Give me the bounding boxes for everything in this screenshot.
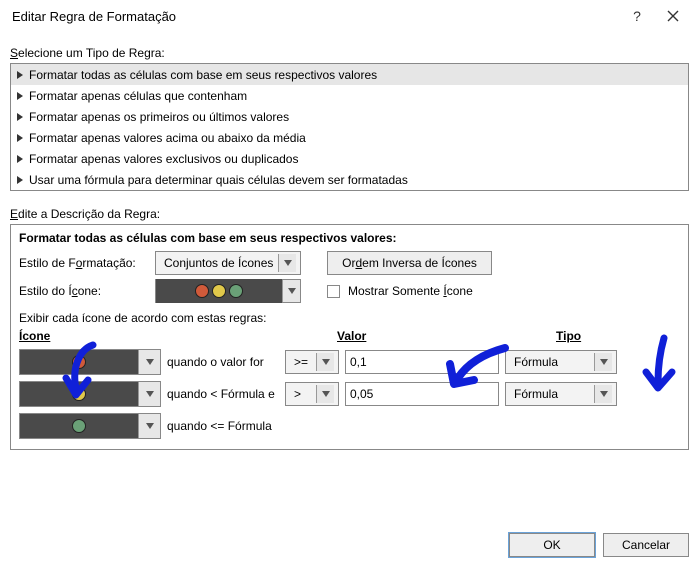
icon-style-combo[interactable] — [155, 279, 301, 303]
rule-type-label: Selecione um Tipo de Regra: — [0, 32, 699, 63]
ok-button[interactable]: OK — [509, 533, 595, 557]
icon-style-label: Estilo do Ícone: — [19, 284, 147, 298]
rule-type-item[interactable]: Usar uma fórmula para determinar quais c… — [11, 169, 688, 190]
format-style-value: Conjuntos de Ícones — [160, 256, 278, 270]
red-light-icon — [195, 284, 209, 298]
format-style-combo[interactable]: Conjuntos de Ícones — [155, 251, 301, 275]
chevron-down-icon — [138, 350, 160, 374]
triangle-icon — [17, 155, 23, 163]
valor-column-header: Valor — [337, 329, 366, 343]
rule-condition-text: quando < Fórmula e — [167, 387, 279, 401]
yellow-light-icon — [72, 387, 86, 401]
icon-selector[interactable] — [19, 381, 161, 407]
close-button[interactable] — [655, 2, 691, 30]
window-title: Editar Regra de Formatação — [12, 9, 176, 24]
value-field[interactable] — [345, 350, 499, 374]
chevron-down-icon — [594, 353, 612, 371]
rule-condition-text: quando <= Fórmula — [167, 419, 279, 433]
chevron-down-icon — [594, 385, 612, 403]
rule-type-item[interactable]: Formatar apenas valores acima ou abaixo … — [11, 127, 688, 148]
reverse-order-button[interactable]: Ordem Inversa de Ícones — [327, 251, 492, 275]
icon-set-preview — [156, 279, 282, 303]
tipo-column-header: Tipo — [556, 329, 581, 343]
help-button[interactable]: ? — [619, 2, 655, 30]
triangle-icon — [17, 134, 23, 142]
chevron-down-icon — [316, 385, 334, 403]
icon-selector[interactable] — [19, 349, 161, 375]
rule-row: quando o valor for >= Fórmula — [19, 349, 680, 375]
triangle-icon — [17, 71, 23, 79]
rule-type-list[interactable]: Formatar todas as células com base em se… — [10, 63, 689, 191]
cancel-button[interactable]: Cancelar — [603, 533, 689, 557]
rule-row: quando < Fórmula e > Fórmula — [19, 381, 680, 407]
chevron-down-icon — [138, 414, 160, 438]
rule-condition-text: quando o valor for — [167, 355, 279, 369]
operator-combo[interactable]: > — [285, 382, 339, 406]
description-title: Formatar todas as células com base em se… — [19, 231, 680, 245]
dialog-footer: OK Cancelar — [509, 533, 689, 557]
chevron-down-icon — [138, 382, 160, 406]
rule-type-item[interactable]: Formatar apenas os primeiros ou últimos … — [11, 106, 688, 127]
rule-row: quando <= Fórmula — [19, 413, 680, 439]
triangle-icon — [17, 92, 23, 100]
rules-title: Exibir cada ícone de acordo com estas re… — [19, 311, 680, 325]
edit-description-label: Edite a Descrição da Regra: — [0, 191, 699, 224]
icon-column-header: Ícone — [19, 329, 50, 343]
type-combo[interactable]: Fórmula — [505, 350, 617, 374]
rule-type-item[interactable]: Formatar apenas valores exclusivos ou du… — [11, 148, 688, 169]
chevron-down-icon — [316, 353, 334, 371]
show-icon-only-label: Mostrar Somente Ícone — [348, 284, 473, 298]
chevron-down-icon — [282, 280, 300, 302]
chevron-down-icon — [278, 254, 296, 272]
value-input[interactable] — [346, 355, 509, 369]
green-light-icon — [72, 419, 86, 433]
title-bar: Editar Regra de Formatação ? — [0, 0, 699, 32]
value-input[interactable] — [346, 387, 509, 401]
show-icon-only-checkbox[interactable] — [327, 285, 340, 298]
value-field[interactable] — [345, 382, 499, 406]
operator-combo[interactable]: >= — [285, 350, 339, 374]
green-light-icon — [229, 284, 243, 298]
red-light-icon — [72, 355, 86, 369]
triangle-icon — [17, 113, 23, 121]
icon-selector[interactable] — [19, 413, 161, 439]
rules-header: Ícone Valor Tipo — [19, 329, 680, 343]
rule-type-item[interactable]: Formatar todas as células com base em se… — [11, 64, 688, 85]
triangle-icon — [17, 176, 23, 184]
yellow-light-icon — [212, 284, 226, 298]
rule-type-item[interactable]: Formatar apenas células que contenham — [11, 85, 688, 106]
format-style-label: Estilo de Formatação: — [19, 256, 147, 270]
type-combo[interactable]: Fórmula — [505, 382, 617, 406]
description-panel: Formatar todas as células com base em se… — [10, 224, 689, 450]
